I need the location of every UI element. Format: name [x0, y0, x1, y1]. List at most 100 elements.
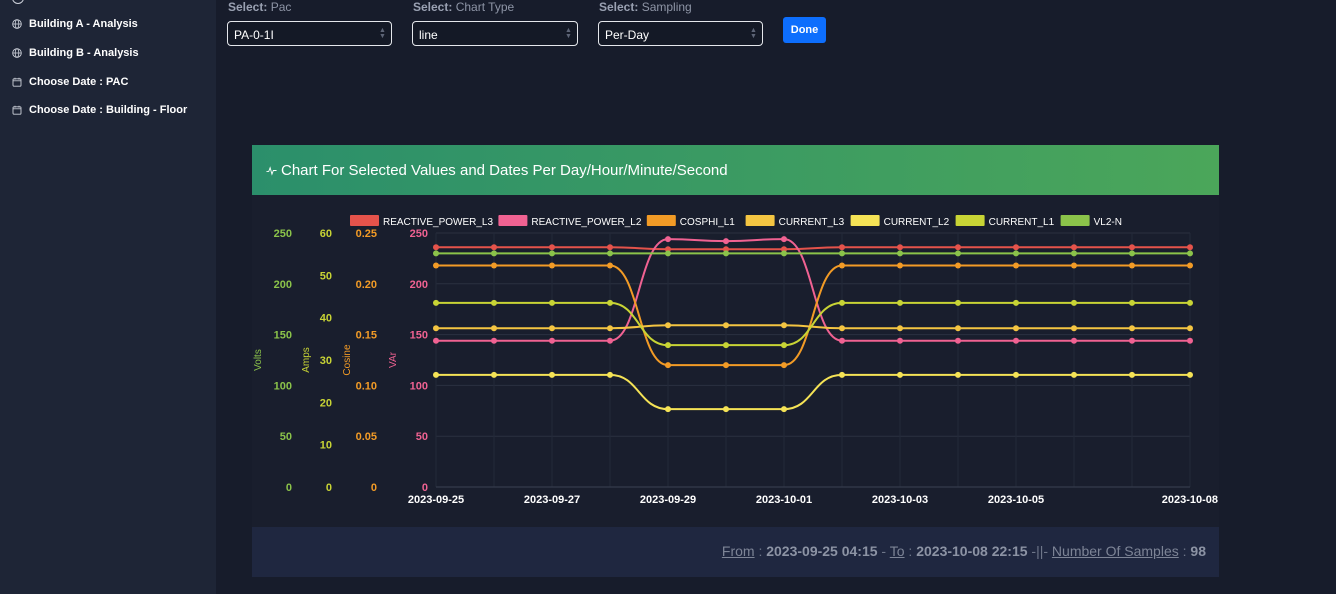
- y-tick-label: 250: [274, 228, 292, 240]
- data-point: [1013, 299, 1019, 306]
- data-point: [665, 342, 671, 349]
- y-tick-label: 0: [286, 482, 292, 494]
- data-point: [1129, 299, 1135, 306]
- y-tick-label: 0.05: [356, 431, 377, 443]
- data-point: [781, 342, 787, 349]
- data-point: [549, 325, 555, 332]
- sidebar-item-label: Building A - Analysis: [29, 18, 138, 30]
- data-point: [491, 299, 497, 306]
- from-link[interactable]: From: [722, 543, 755, 559]
- data-point: [897, 262, 903, 269]
- y-axis-title: Volts: [253, 349, 264, 371]
- data-point: [955, 299, 961, 306]
- data-point: [1129, 337, 1135, 344]
- data-point: [1187, 325, 1193, 332]
- done-button[interactable]: Done: [783, 17, 826, 43]
- y-tick-label: 100: [274, 380, 292, 392]
- y-tick-label: 0.25: [356, 228, 377, 240]
- data-point: [607, 325, 613, 332]
- sidebar-item-label: Choose Date : PAC: [29, 76, 129, 88]
- y-tick-label: 0: [422, 482, 428, 494]
- y-tick-label: 0: [326, 482, 332, 494]
- data-point: [607, 250, 613, 257]
- x-tick-label: 2023-10-05: [988, 494, 1044, 506]
- data-point: [491, 244, 497, 251]
- data-point: [549, 250, 555, 257]
- data-point: [491, 262, 497, 269]
- data-point: [665, 406, 671, 413]
- chart-card-header: Chart For Selected Values and Dates Per …: [252, 145, 1219, 195]
- sidebar-item-building-a[interactable]: Building A - Analysis: [12, 18, 138, 30]
- chart-type-select[interactable]: line ▲ ▼: [412, 21, 578, 46]
- data-point: [1187, 371, 1193, 378]
- data-point: [1071, 244, 1077, 251]
- calendar-icon: [12, 105, 22, 115]
- y-tick-label: 150: [410, 330, 428, 342]
- data-point: [549, 244, 555, 251]
- data-point: [1187, 337, 1193, 344]
- legend-swatch: [850, 215, 880, 226]
- x-tick-label: 2023-09-29: [640, 494, 696, 506]
- legend-label: COSPHI_L1: [680, 217, 735, 228]
- data-point: [723, 362, 729, 369]
- sidebar-item-building-b[interactable]: Building B - Analysis: [12, 47, 139, 59]
- data-point: [549, 337, 555, 344]
- data-point: [897, 250, 903, 257]
- data-point: [607, 262, 613, 269]
- legend-swatch: [350, 215, 379, 226]
- data-point: [1129, 250, 1135, 257]
- y-axis-title: Amps: [301, 347, 312, 373]
- data-point: [839, 371, 845, 378]
- data-point: [607, 299, 613, 306]
- legend-label: VL2-N: [1094, 217, 1122, 228]
- y-axis-title: Cosine: [342, 344, 353, 376]
- globe-icon: [12, 48, 22, 58]
- y-tick-label: 0.15: [356, 330, 377, 342]
- data-point: [491, 337, 497, 344]
- data-point: [491, 371, 497, 378]
- data-point: [1129, 325, 1135, 332]
- legend-swatch: [1060, 215, 1090, 226]
- data-point: [723, 250, 729, 257]
- data-point: [1071, 337, 1077, 344]
- data-point: [897, 337, 903, 344]
- sampling-select[interactable]: Per-Day ▲ ▼: [598, 21, 763, 46]
- x-tick-label: 2023-10-03: [872, 494, 928, 506]
- data-point: [433, 325, 439, 332]
- series-line: [436, 373, 1190, 411]
- data-point: [897, 371, 903, 378]
- data-point: [665, 362, 671, 369]
- data-point: [723, 322, 729, 329]
- sidebar-item-choose-date-building-floor[interactable]: Choose Date : Building - Floor: [12, 104, 187, 116]
- data-point: [955, 325, 961, 332]
- data-point: [549, 262, 555, 269]
- data-point: [1129, 371, 1135, 378]
- data-point: [491, 325, 497, 332]
- data-point: [549, 371, 555, 378]
- pac-select-value: PA-0-1I: [234, 28, 274, 42]
- sidebar-item-choose-date-pac[interactable]: Choose Date : PAC: [12, 76, 128, 88]
- data-point: [1187, 299, 1193, 306]
- data-point: [1071, 262, 1077, 269]
- legend-label: CURRENT_L2: [884, 217, 950, 228]
- data-point: [433, 262, 439, 269]
- chart-title: Chart For Selected Values and Dates Per …: [281, 161, 728, 179]
- chart-card: Chart For Selected Values and Dates Per …: [252, 145, 1219, 577]
- pac-select[interactable]: PA-0-1I ▲ ▼: [227, 21, 392, 46]
- samples-link[interactable]: Number Of Samples: [1052, 543, 1179, 559]
- data-point: [665, 322, 671, 329]
- data-point: [433, 337, 439, 344]
- activity-icon: [266, 165, 277, 176]
- data-point: [781, 362, 787, 369]
- data-point: [839, 262, 845, 269]
- data-point: [897, 244, 903, 251]
- from-value: 2023-09-25 04:15: [766, 543, 878, 559]
- data-point: [433, 244, 439, 251]
- to-link[interactable]: To: [890, 543, 905, 559]
- data-point: [955, 262, 961, 269]
- data-point: [1071, 299, 1077, 306]
- legend-label: CURRENT_L3: [779, 217, 845, 228]
- data-point: [781, 406, 787, 413]
- separator: -||-: [1031, 543, 1049, 559]
- y-tick-label: 0.20: [356, 279, 377, 291]
